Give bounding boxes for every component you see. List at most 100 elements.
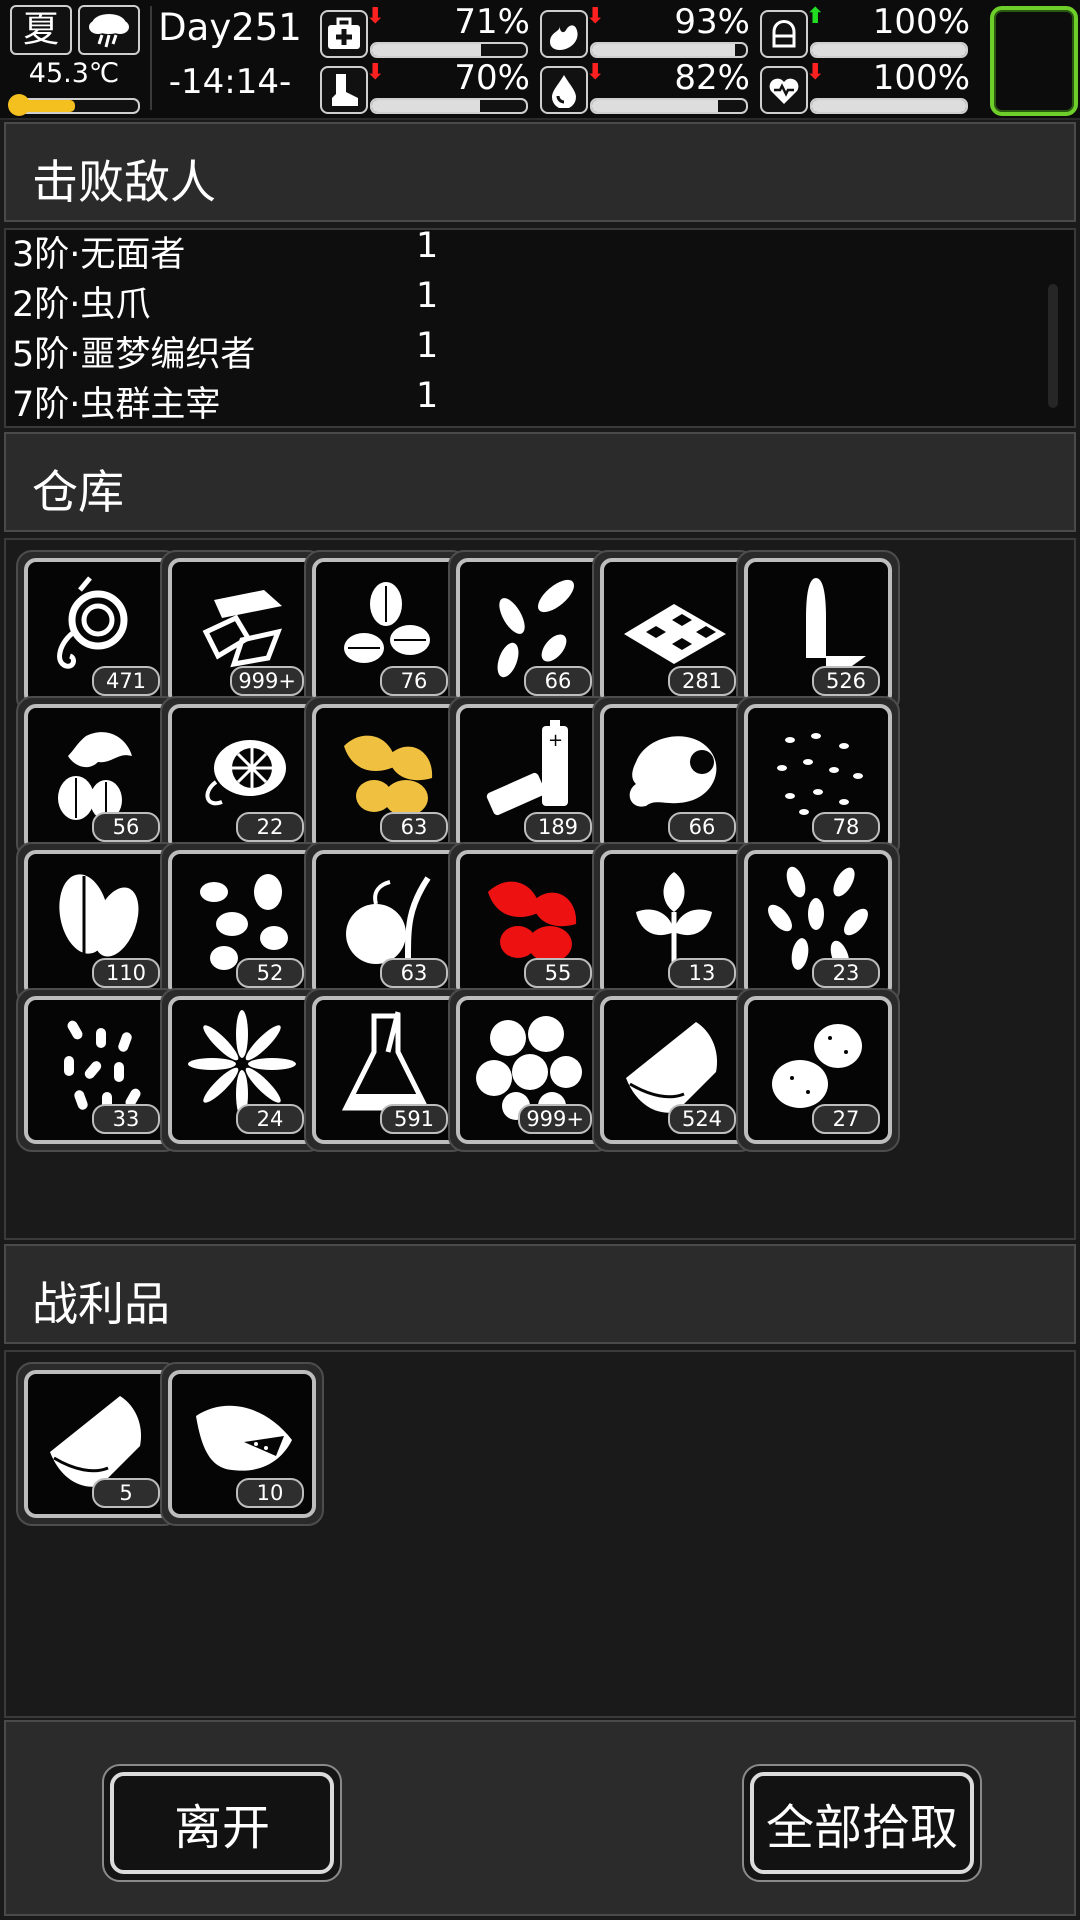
enemies-title: 击败敌人 — [32, 155, 216, 209]
item-slot[interactable]: 27 — [736, 988, 900, 1152]
item-slot-frame: 24 — [168, 996, 316, 1144]
item-slot-frame: 5 — [24, 1370, 172, 1518]
item-slot[interactable]: 63 — [304, 696, 468, 860]
thirst-value: 82% — [674, 58, 750, 98]
boot-icon — [320, 66, 368, 114]
item-slot-frame: 10 — [168, 1370, 316, 1518]
item-slot[interactable]: 78 — [736, 696, 900, 860]
item-slot[interactable]: 524 — [592, 988, 756, 1152]
trend-arrow: ⬆ — [806, 4, 825, 29]
item-slot[interactable]: 10 — [160, 1362, 324, 1526]
item-slot[interactable]: +189 — [448, 696, 612, 860]
item-count-badge: 524 — [668, 1104, 736, 1134]
enemy-name: 5阶·噩梦编织者 — [12, 335, 256, 375]
item-slot-frame: 63 — [312, 704, 460, 852]
item-count-badge: 10 — [236, 1478, 304, 1508]
health-stat: ⬇ 71% — [320, 2, 530, 62]
item-count-badge: 78 — [812, 812, 880, 842]
stamina-stat: ⬇ 70% — [320, 58, 530, 118]
enemies-list[interactable]: 3阶·无面者 1 2阶·虫爪 1 5阶·噩梦编织者 1 7阶·虫群主宰 1 — [4, 228, 1076, 428]
item-slot-frame: 27 — [744, 996, 892, 1144]
list-item: 7阶·虫群主宰 1 — [12, 376, 1012, 426]
leave-button[interactable]: 离开 — [102, 1764, 342, 1882]
item-slot[interactable]: 55 — [448, 842, 612, 1006]
item-slot-frame: 56 — [24, 704, 172, 852]
item-slot[interactable]: 22 — [160, 696, 324, 860]
item-slot-frame: 22 — [168, 704, 316, 852]
item-slot[interactable]: 56 — [16, 696, 180, 860]
item-slot[interactable]: 526 — [736, 550, 900, 714]
item-slot[interactable]: 13 — [592, 842, 756, 1006]
item-count-badge: 56 — [92, 812, 160, 842]
list-item: 5阶·噩梦编织者 1 — [12, 326, 1012, 376]
item-slot[interactable]: 110 — [16, 842, 180, 1006]
item-slot[interactable]: 999+ — [448, 988, 612, 1152]
item-count-badge: 23 — [812, 958, 880, 988]
item-slot[interactable]: 281 — [592, 550, 756, 714]
item-slot-frame: 76 — [312, 558, 460, 706]
item-slot[interactable]: 52 — [160, 842, 324, 1006]
game-clock: -14:14- — [168, 62, 292, 102]
item-slot[interactable]: 471 — [16, 550, 180, 714]
item-slot[interactable]: 66 — [592, 696, 756, 860]
item-slot[interactable]: 66 — [448, 550, 612, 714]
loot-grid[interactable]: 5 10 — [4, 1350, 1076, 1718]
enemy-name: 7阶·虫群主宰 — [12, 385, 221, 425]
item-count-badge: 22 — [236, 812, 304, 842]
item-slot[interactable]: 23 — [736, 842, 900, 1006]
item-slot[interactable]: 76 — [304, 550, 468, 714]
item-slot[interactable]: 5 — [16, 1362, 180, 1526]
item-slot-frame: 591 — [312, 996, 460, 1144]
item-slot[interactable]: 33 — [16, 988, 180, 1152]
item-count-badge: 66 — [668, 812, 736, 842]
mood-stat: ⬇ 100% — [760, 58, 970, 118]
item-slot[interactable]: 63 — [304, 842, 468, 1006]
item-slot-frame: +189 — [456, 704, 604, 852]
equipped-slot[interactable] — [990, 6, 1078, 116]
item-count-badge: 76 — [380, 666, 448, 696]
trend-arrow: ⬇ — [806, 60, 825, 85]
item-slot[interactable]: 24 — [160, 988, 324, 1152]
loot-header: 战利品 — [4, 1244, 1076, 1344]
hunger-value: 93% — [674, 2, 750, 42]
day-counter: Day251 — [158, 6, 302, 49]
item-slot-frame: 471 — [24, 558, 172, 706]
stamina-value: 70% — [454, 58, 530, 98]
status-bar: 夏 45.3℃ Day251 -14:14- ⬇ 71% ⬇ 93% ⬆ 100… — [0, 0, 1080, 120]
item-count-badge: 471 — [92, 666, 160, 696]
helmet-icon — [760, 10, 808, 58]
item-slot[interactable]: 591 — [304, 988, 468, 1152]
action-bar: 离开 全部拾取 — [4, 1720, 1076, 1916]
item-count-badge: 33 — [92, 1104, 160, 1134]
storage-grid[interactable]: 471 999+ 76 66 281 526 56 22 63 +189 66 78 110 52 63 55… — [4, 538, 1076, 1240]
mood-value: 100% — [872, 58, 970, 98]
svg-text:+: + — [548, 730, 563, 751]
thirst-bar — [590, 98, 748, 114]
divider — [150, 6, 152, 110]
trend-arrow: ⬇ — [366, 60, 385, 85]
temperature-bar — [8, 94, 140, 116]
season-indicator: 夏 — [10, 5, 72, 55]
armor-stat: ⬆ 100% — [760, 2, 970, 62]
item-slot-frame: 13 — [600, 850, 748, 998]
enemy-count: 1 — [416, 376, 439, 416]
stomach-icon — [540, 10, 588, 58]
item-slot[interactable]: 999+ — [160, 550, 324, 714]
item-slot-frame: 999+ — [456, 996, 604, 1144]
enemy-name: 3阶·无面者 — [12, 235, 186, 275]
item-slot-frame: 23 — [744, 850, 892, 998]
health-bar — [370, 42, 528, 58]
loot-title: 战利品 — [32, 1277, 170, 1331]
item-count-badge: 526 — [812, 666, 880, 696]
storage-title: 仓库 — [32, 465, 124, 519]
list-item: 3阶·无面者 1 — [12, 230, 1012, 276]
enemy-name: 2阶·虫爪 — [12, 285, 151, 325]
item-slot-frame: 110 — [24, 850, 172, 998]
item-count-badge: 591 — [380, 1104, 448, 1134]
take-all-button[interactable]: 全部拾取 — [742, 1764, 982, 1882]
enemies-header: 击败敌人 — [4, 122, 1076, 222]
item-count-badge: 999+ — [518, 1104, 592, 1134]
scrollbar[interactable] — [1048, 284, 1058, 408]
item-count-badge: 24 — [236, 1104, 304, 1134]
rain-cloud-icon — [78, 5, 140, 55]
